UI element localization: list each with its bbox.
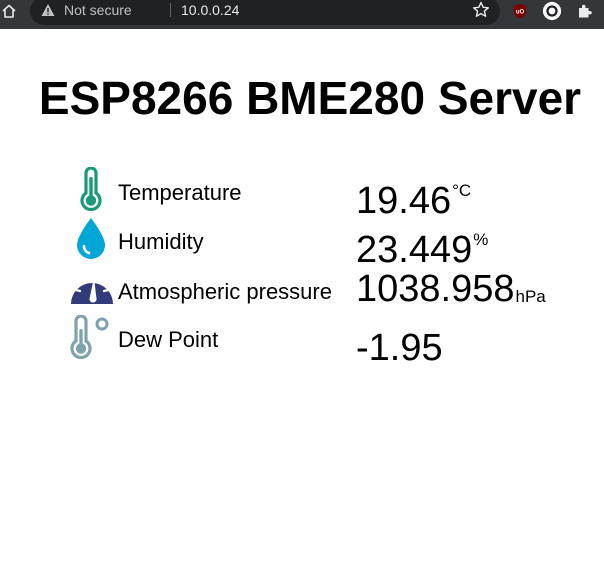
thermometer-icon (80, 167, 102, 211)
reading-unit-pressure: hPa (515, 287, 546, 306)
home-icon[interactable] (0, 1, 18, 21)
gauge-icon (71, 271, 113, 304)
reading-value-pressure: 1038.958hPa (356, 268, 546, 310)
omnibox-divider (170, 3, 171, 17)
reading-value-temperature: 19.46°C (356, 180, 472, 222)
puzzle-icon[interactable] (575, 1, 595, 21)
dew-point-thermometer-icon (70, 315, 109, 359)
reading-label-pressure: Atmospheric pressure (118, 279, 332, 304)
reading-label-humidity: Humidity (118, 229, 204, 254)
reading-unit-humidity: % (473, 230, 489, 249)
security-label[interactable]: Not secure (64, 2, 132, 18)
reading-label-dew-point: Dew Point (118, 327, 219, 352)
url-text[interactable]: 10.0.0.24 (181, 2, 239, 18)
star-icon[interactable] (471, 0, 491, 20)
warning-icon[interactable] (41, 3, 55, 17)
circle-extension-icon[interactable] (542, 1, 562, 21)
reading-value-humidity: 23.449% (356, 229, 489, 271)
ublock-icon[interactable]: uO (510, 1, 530, 21)
reading-value-dew-point: -1.95 (356, 327, 443, 369)
water-drop-icon (77, 218, 105, 259)
reading-label-temperature: Temperature (118, 180, 242, 205)
svg-text:uO: uO (516, 10, 525, 16)
browser-toolbar: Not secure 10.0.0.24 uO (0, 0, 604, 29)
reading-unit-temperature: °C (452, 181, 472, 200)
page-title: ESP8266 BME280 Server (38, 72, 582, 124)
address-bar[interactable]: Not secure 10.0.0.24 (30, 0, 500, 25)
